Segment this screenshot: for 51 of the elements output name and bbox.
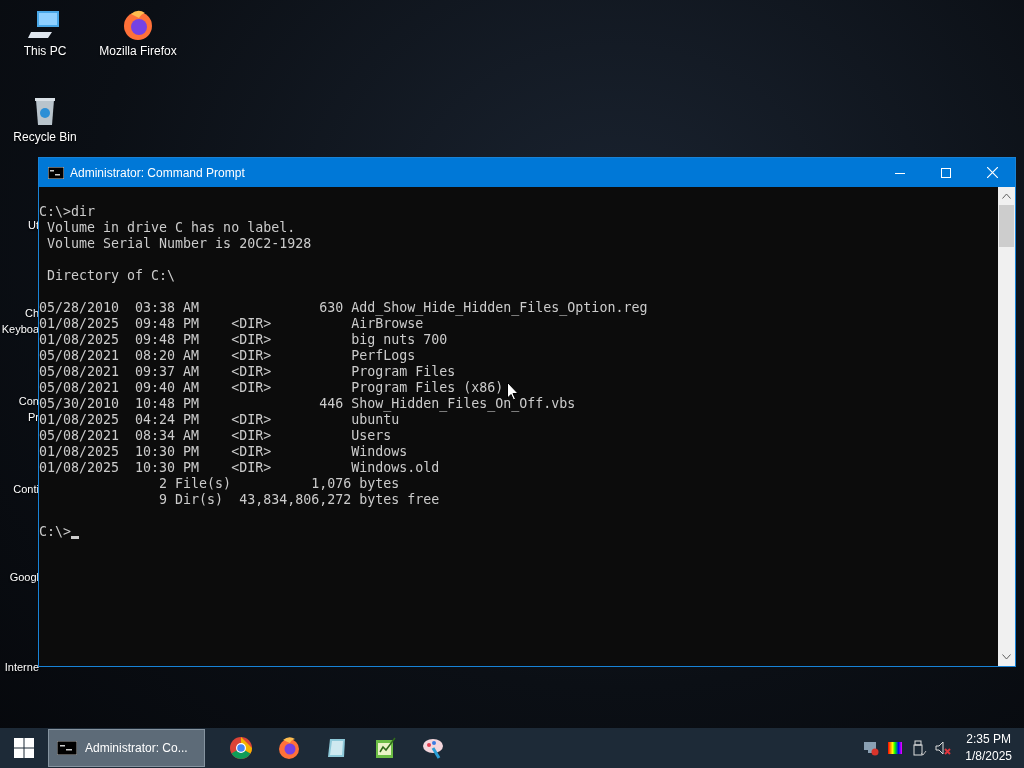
console-line: C:\>dir [39,204,96,220]
console-line: 01/08/2025 09:48 PM <DIR> AirBrowse [39,316,424,332]
clock-date: 1/8/2025 [965,748,1012,765]
usb-icon[interactable] [911,740,928,756]
console-line: 05/28/2010 03:38 AM 630 Add_Show_Hide_Hidden_Files_Option.reg [39,300,648,316]
desktop-icon-label[interactable]: Recycle Bin [13,130,77,144]
console-line: 05/30/2010 10:48 PM 446 Show_Hidden_Files_On_Off.vbs [39,396,576,412]
paint-icon[interactable] [421,736,445,760]
console-line: 01/08/2025 10:30 PM <DIR> Windows [39,444,408,460]
color-icon[interactable] [887,740,904,756]
maximize-icon [941,167,951,178]
chart-icon[interactable] [373,736,397,760]
terminal-icon [57,741,77,755]
console-line: 01/08/2025 09:48 PM <DIR> big nuts 700 [39,332,448,348]
desktop-icon-label[interactable]: Pr [28,409,39,425]
firefox-icon[interactable] [121,8,155,42]
console-line: 05/08/2021 08:34 AM <DIR> Users [39,428,392,444]
desktop-icon-label[interactable]: Ch [24,305,39,321]
console-line: Volume in drive C has no label. [46,220,296,236]
desktop-icon-label[interactable]: Keyboa [1,321,39,337]
console-line: 05/08/2021 09:40 AM <DIR> Program Files (x86) [39,380,504,396]
desktop-icon-label[interactable]: This PC [23,44,67,58]
scrollbar-thumb[interactable] [999,205,1014,247]
terminal-icon [48,166,64,179]
window-title: Administrator: Command Prompt [70,165,245,180]
console-line: 01/08/2025 10:30 PM <DIR> Windows.old [39,460,440,476]
scroll-down-icon[interactable] [1002,654,1011,660]
desktop-icon-label[interactable]: Con [18,393,39,409]
scroll-up-icon[interactable] [1002,193,1011,199]
chrome-icon[interactable] [229,736,253,760]
close-icon [986,167,998,178]
scrollbar[interactable] [998,187,1015,666]
network-icon[interactable] [863,740,880,756]
console-line: 05/08/2021 08:20 AM <DIR> PerfLogs [39,348,416,364]
console-line: 2 File(s) 1,076 bytes [158,476,400,492]
console-line: Volume Serial Number is 20C2-1928 [46,236,312,252]
console-line: 01/08/2025 04:24 PM <DIR> ubuntu [39,412,400,428]
muted-speaker-icon[interactable] [935,740,952,756]
firefox-icon[interactable] [277,736,301,760]
console-line: 9 Dir(s) 43,834,806,272 bytes free [158,492,440,508]
console-line: Directory of C:\ [46,268,176,284]
desktop-icon-label[interactable]: Mozilla Firefox [99,44,177,58]
taskbar-window-button[interactable]: Administrator: Co... [48,729,205,767]
clock-time: 2:35 PM [966,731,1011,748]
console-line: C:\> [39,524,72,540]
desktop-icon-label[interactable]: Googl [9,569,39,585]
console-line: 05/08/2021 09:37 AM <DIR> Program Files [39,364,456,380]
desktop-icon-label[interactable]: Conti [13,481,39,497]
windows-start-icon[interactable] [14,738,34,758]
clock[interactable]: 2:35 PM 1/8/2025 [955,731,1024,765]
desktop-icon-label[interactable]: Interne [4,659,39,675]
